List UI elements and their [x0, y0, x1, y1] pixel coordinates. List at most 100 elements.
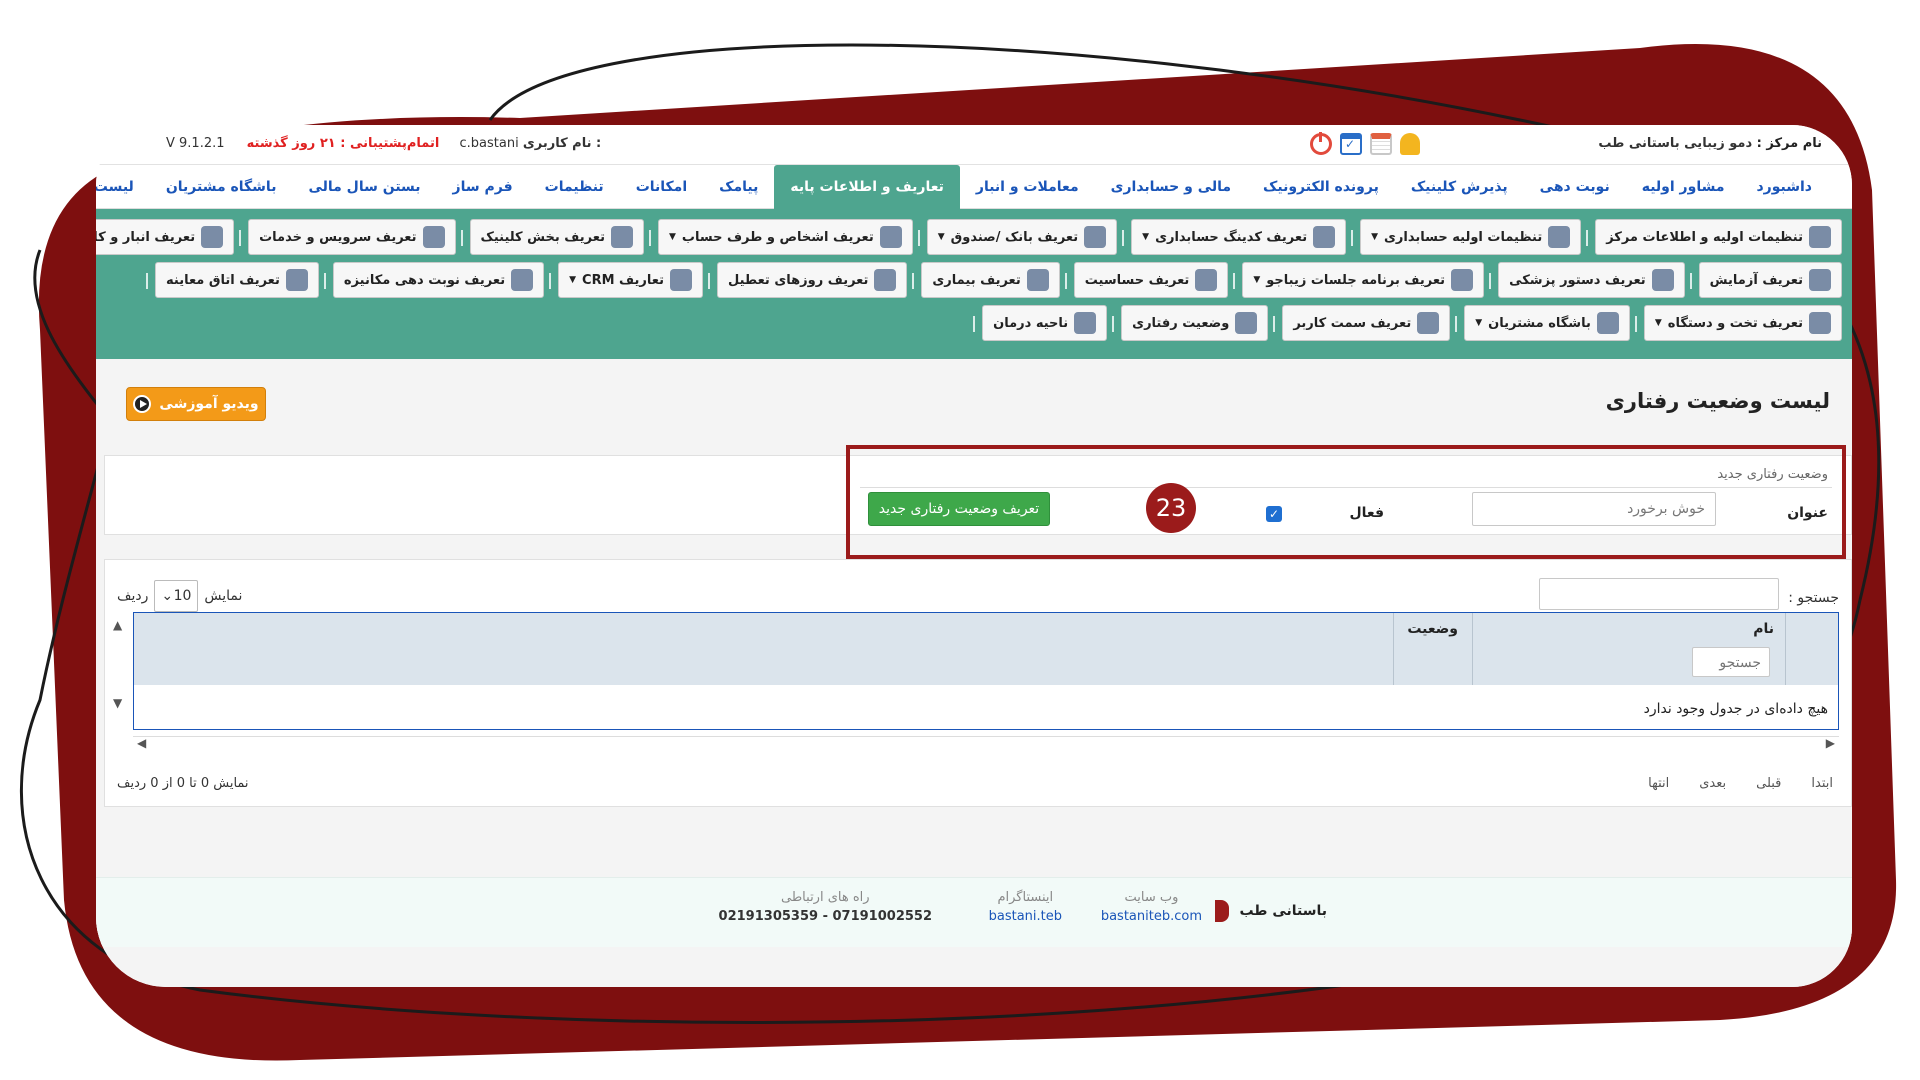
column-header-name[interactable]: نام [1753, 621, 1774, 637]
website-label: وب سایت [1124, 890, 1179, 905]
toolbar-button-label: ناحیه درمان [993, 315, 1069, 331]
scroll-up-icon[interactable]: ▲ [113, 618, 122, 632]
bell-icon[interactable] [1400, 133, 1420, 155]
toolbar-button[interactable]: تنظیمات اولیه حسابداری ▼ [1351, 219, 1582, 255]
toolbar-row-2: تعریف آزمایش تعریف دستور پزشکی تعریف برنام… [106, 260, 1842, 300]
toolbar-button-label: وضعیت رفتاری [1132, 315, 1230, 331]
nav-item[interactable]: لیست ماژول ها [96, 165, 150, 209]
pager-next[interactable]: بعدی [1699, 776, 1726, 791]
toolbar-button[interactable]: تعریف بانک /صندوق ▼ [917, 219, 1118, 255]
toolbar-button-label: تعریف برنامه جلسات زیباجو [1266, 272, 1446, 288]
allergy-icon [1195, 269, 1218, 291]
toolbar-separator [1689, 273, 1692, 289]
username: c.bastani [459, 136, 519, 151]
nav-item[interactable]: تنظیمات [529, 165, 620, 209]
nav-item[interactable]: بستن سال مالی [292, 165, 436, 209]
toolbar-button[interactable]: ناحیه درمان [973, 305, 1108, 341]
nav-item[interactable]: مالی و حسابداری [1095, 165, 1247, 209]
toolbar-separator [1064, 273, 1067, 289]
toolbar-button-label: تعریف اتاق معاینه [166, 272, 280, 288]
nav-item[interactable]: پذیرش کلینیک [1395, 165, 1524, 209]
doctor-icon [285, 269, 308, 291]
caret-down-icon: ▼ [1371, 232, 1378, 242]
pager-first[interactable]: ابتدا [1811, 776, 1833, 791]
contact-label: راه های ارتباطی [781, 890, 870, 905]
title-input[interactable] [1472, 492, 1716, 526]
website-link[interactable]: bastaniteb.com [1101, 909, 1202, 924]
pager-last[interactable]: انتها [1648, 776, 1669, 791]
toolbar-button[interactable]: تعریف حساسیت [1064, 262, 1229, 298]
toolbar-button[interactable]: تعریف سمت کاربر [1273, 305, 1451, 341]
toolbar-button[interactable]: تعریف اتاق معاینه [146, 262, 319, 298]
scroll-left-icon[interactable]: ◀ [137, 736, 146, 750]
toolbar-button[interactable]: تعریف بخش کلینیک [460, 219, 644, 255]
toolbar-separator [1233, 273, 1236, 289]
toolbar-button[interactable]: تعریف تخت و دستگاه ▼ [1634, 305, 1842, 341]
toolbar-button[interactable]: وضعیت رفتاری [1112, 305, 1269, 341]
toolbar-button[interactable]: تعریف انبار و کالا▼ [96, 219, 235, 255]
center-name: دمو زیبایی باستانی طب [1598, 136, 1753, 151]
pager-previous[interactable]: قبلی [1756, 776, 1781, 791]
toolbar-separator [460, 230, 463, 246]
toolbar-button[interactable]: باشگاه مشتریان ▼ [1455, 305, 1630, 341]
bottle-icon [1651, 269, 1674, 291]
chevron-down-icon: ⌄ [161, 588, 174, 604]
toolbar-button[interactable]: تعریف روزهای تعطیل [708, 262, 908, 298]
active-checkbox[interactable]: ✓ [1266, 506, 1282, 522]
caret-down-icon: ▼ [1654, 318, 1662, 328]
nav-item[interactable]: نوبت دهی [1524, 165, 1626, 209]
toolbar-button[interactable]: تعاریف CRM ▼ [549, 262, 704, 298]
calendar-icon[interactable] [1370, 133, 1392, 155]
nav-item[interactable]: پرونده الکترونیک [1247, 165, 1395, 209]
nav-item[interactable]: مشاور اولیه [1626, 165, 1741, 209]
nav-item[interactable]: تعاریف و اطلاعات پایه [774, 164, 960, 209]
page-length-select[interactable]: ⌄ 10 [154, 580, 199, 612]
toolbar-separator [1586, 230, 1589, 246]
nav-item[interactable]: باشگاه مشتریان [150, 165, 293, 209]
toolbar-separator [549, 273, 552, 289]
column-header-status[interactable]: وضعیت [1407, 621, 1458, 637]
toolbar-button[interactable]: تعریف دستور پزشکی [1489, 262, 1685, 298]
toolbar-separator [146, 273, 148, 289]
active-label: فعال [1349, 505, 1384, 521]
center-label: نام مرکز : [1756, 136, 1822, 151]
toolbar-button[interactable]: تعریف سرویس و خدمات [239, 219, 456, 255]
toolbar-separator [1112, 316, 1115, 332]
horizontal-scrollbar[interactable]: ◀ ▶ [133, 736, 1839, 750]
handshake-icon [1548, 226, 1571, 248]
toolbar-separator [1634, 316, 1637, 332]
toolbar-row-1: تنظیمات اولیه و اطلاعات مرکز تنظیمات اولی… [96, 217, 1842, 257]
instagram-label: اینستاگرام [997, 890, 1054, 905]
scroll-right-icon[interactable]: ▶ [1826, 736, 1835, 750]
people-icon [879, 226, 902, 248]
toolbar-button[interactable]: تعریف آزمایش [1689, 262, 1842, 298]
video-tutorial-button[interactable]: ویدیو آموزشی [126, 387, 266, 421]
search-input[interactable] [1539, 578, 1779, 610]
scroll-down-icon[interactable]: ▼ [113, 696, 122, 710]
toolbar-button-label: تعریف سرویس و خدمات [259, 229, 417, 245]
toolbar-button[interactable]: تعریف کدینگ حسابداری ▼ [1122, 219, 1347, 255]
grid-icon [610, 226, 633, 248]
center-info: نام مرکز : دمو زیبایی باستانی طب [1598, 136, 1822, 151]
toolbar-button[interactable]: تنظیمات اولیه و اطلاعات مرکز [1586, 219, 1842, 255]
data-table: نام وضعیت هیچ داده‌ای در جدول وجود ندارد [133, 612, 1839, 730]
calendar-check-icon[interactable] [1340, 133, 1362, 155]
instagram-link[interactable]: bastani.teb [989, 909, 1062, 924]
toolbar-button-label: تعریف دستور پزشکی [1509, 272, 1646, 288]
nav-item[interactable]: پیامک [703, 165, 774, 209]
toolbar-button[interactable]: تعریف نوبت دهی مکانیزه [323, 262, 545, 298]
brand-name: باستانی طب [1239, 903, 1327, 919]
top-bar: نام مرکز : دمو زیبایی باستانی طب V 9.1.2… [96, 125, 1852, 165]
toolbar-button[interactable]: تعریف برنامه جلسات زیباجو ▼ [1233, 262, 1485, 298]
step-badge: 23 [1146, 483, 1196, 533]
name-column-filter[interactable] [1692, 647, 1770, 677]
toolbar-button[interactable]: تعریف اشخاص و طرف حساب ▼ [648, 219, 913, 255]
nav-item[interactable]: معاملات و انبار [960, 165, 1095, 209]
toolbar-button[interactable]: تعریف بیماری [912, 262, 1060, 298]
nav-item[interactable]: داشبورد [1741, 165, 1829, 209]
power-icon[interactable] [1310, 132, 1332, 155]
nav-item[interactable]: فرم ساز [437, 165, 529, 209]
add-status-button[interactable]: تعریف وضعیت رفتاری جدید [868, 492, 1050, 526]
nav-item[interactable]: امکانات [620, 165, 703, 209]
toolbar-button-label: تعریف انبار و کالا [96, 229, 196, 245]
